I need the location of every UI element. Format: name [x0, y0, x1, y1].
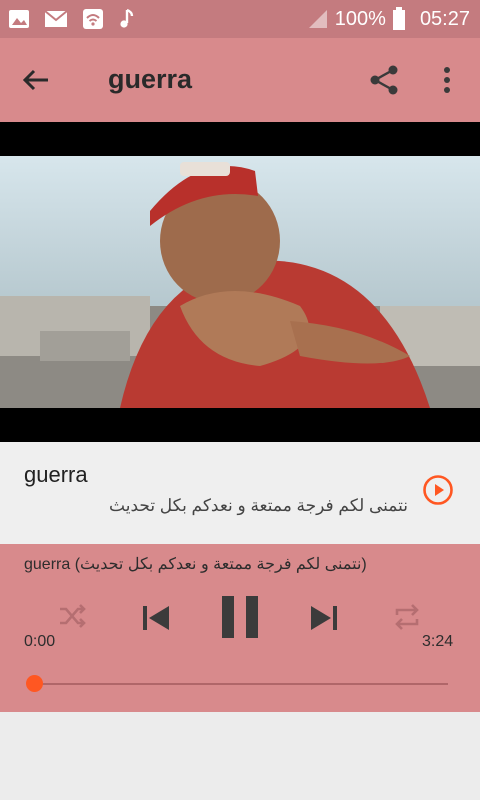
shuffle-icon[interactable]: [58, 602, 86, 630]
play-circle-icon[interactable]: [422, 474, 454, 506]
empty-area: [0, 712, 480, 800]
email-icon: [44, 10, 68, 27]
track-subtitle: نتمنى لكم فرجة ممتعة و نعدكم بكل تحديث: [109, 496, 408, 515]
signal-icon: [308, 10, 327, 28]
back-arrow-icon[interactable]: [20, 64, 52, 96]
battery-percent: 100%: [334, 7, 386, 30]
next-icon[interactable]: [308, 602, 340, 634]
app-bar: guerra: [0, 38, 480, 122]
now-playing-label: guerra (نتمنى لكم فرجة ممتعة و نعدكم بكل…: [24, 556, 367, 573]
total-duration: 3:24: [422, 633, 454, 650]
previous-icon[interactable]: [140, 602, 172, 634]
page-title: guerra: [108, 64, 193, 94]
elapsed-time: 0:00: [24, 633, 56, 650]
player-panel: guerra (نتمنى لكم فرجة ممتعة و نعدكم بكل…: [0, 544, 480, 712]
video-frame-image: [0, 156, 480, 408]
share-icon[interactable]: [366, 62, 402, 98]
video-thumbnail[interactable]: [0, 122, 480, 442]
track-title: guerra: [24, 462, 88, 487]
seek-bar-track[interactable]: [34, 683, 448, 685]
image-icon: [9, 10, 29, 28]
music-note-icon: [120, 8, 134, 28]
more-options-icon[interactable]: [438, 64, 456, 96]
clock: 05:27: [419, 7, 470, 30]
wifi-icon: [83, 9, 103, 29]
repeat-icon[interactable]: [392, 602, 422, 632]
track-info-card[interactable]: guerra نتمنى لكم فرجة ممتعة و نعدكم بكل …: [0, 442, 480, 544]
status-bar: 100% 05:27: [0, 0, 480, 38]
pause-icon[interactable]: [220, 594, 260, 640]
battery-icon: [392, 7, 405, 30]
seek-bar-thumb[interactable]: [25, 675, 43, 692]
